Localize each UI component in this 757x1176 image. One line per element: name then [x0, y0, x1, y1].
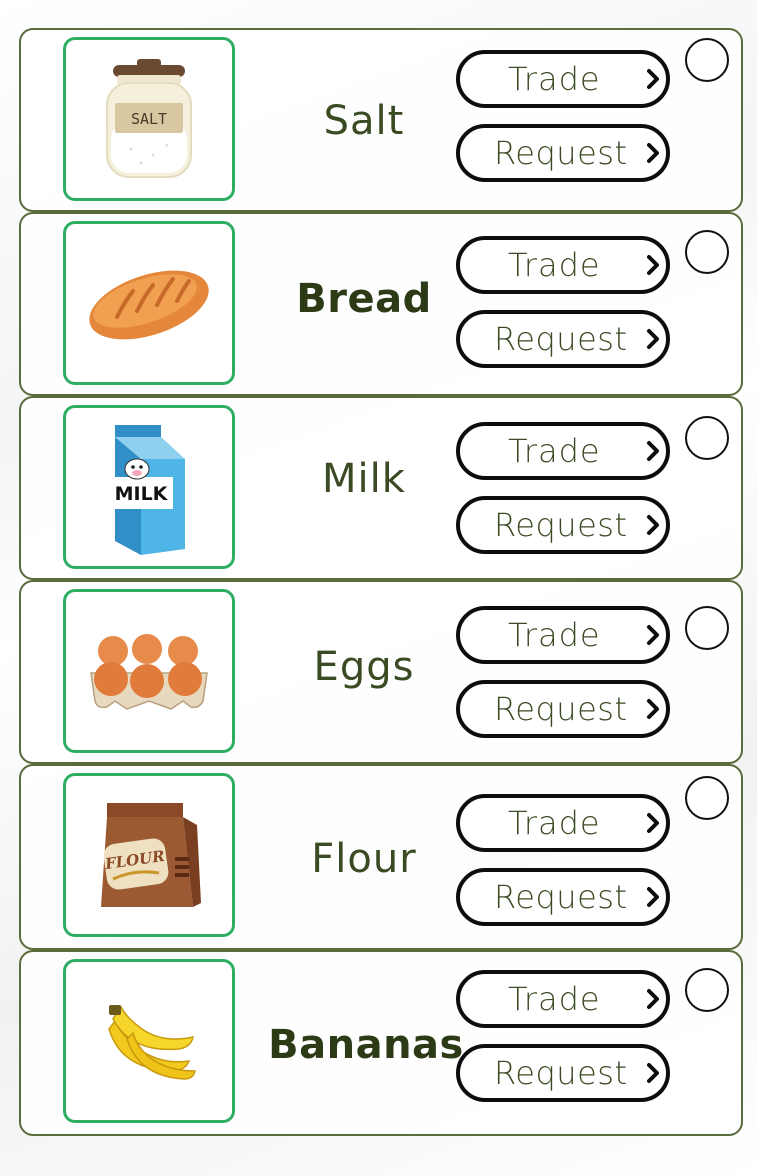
chevron-right-icon — [647, 699, 659, 719]
chevron-right-icon — [647, 887, 659, 907]
trade-button-label: Trade — [508, 60, 601, 98]
chevron-right-icon — [647, 69, 659, 89]
select-radio[interactable] — [685, 606, 729, 650]
eggs-tray-icon — [90, 634, 208, 710]
request-button[interactable]: Request — [456, 310, 670, 368]
item-name: Bread — [296, 276, 432, 322]
chevron-right-icon — [647, 143, 659, 163]
select-radio[interactable] — [685, 776, 729, 820]
trade-button[interactable]: Trade — [456, 236, 670, 294]
bread-icon — [89, 270, 209, 340]
item-image-frame: FLOUR — [63, 773, 235, 937]
item-image-frame: MILK — [63, 405, 235, 569]
request-button[interactable]: Request — [456, 496, 670, 554]
item-name: Milk — [322, 456, 406, 502]
request-button[interactable]: Request — [456, 680, 670, 738]
item-image-frame — [63, 221, 235, 385]
request-button[interactable]: Request — [456, 1044, 670, 1102]
trade-button[interactable]: Trade — [456, 794, 670, 852]
item-image-frame: SALT — [63, 37, 235, 201]
chevron-right-icon — [647, 255, 659, 275]
item-image-frame — [63, 589, 235, 753]
request-button[interactable]: Request — [456, 868, 670, 926]
chevron-right-icon — [647, 625, 659, 645]
select-radio[interactable] — [685, 230, 729, 274]
item-card-bananas: Bananas Trade Request — [19, 950, 743, 1136]
flour-bag-icon: FLOUR — [101, 803, 201, 907]
request-button-label: Request — [494, 506, 628, 544]
item-card-salt: SALT Salt Trade Request — [19, 28, 743, 212]
item-name: Salt — [323, 98, 405, 144]
item-name: Eggs — [313, 644, 415, 690]
item-image-frame — [63, 959, 235, 1123]
trade-button-label: Trade — [508, 616, 601, 654]
trade-button-label: Trade — [508, 246, 601, 284]
salt-jar-icon: SALT — [106, 59, 192, 178]
salt-jar-label: SALT — [131, 110, 167, 128]
item-name: Bananas — [268, 1022, 464, 1068]
request-button-label: Request — [494, 1054, 628, 1092]
trade-button[interactable]: Trade — [456, 606, 670, 664]
request-button[interactable]: Request — [456, 124, 670, 182]
chevron-right-icon — [647, 1063, 659, 1083]
request-button-label: Request — [494, 690, 628, 728]
item-card-milk: MILK Milk Trade Request — [19, 396, 743, 580]
item-list: SALT Salt Trade Request Bread Trade Requ… — [0, 0, 757, 1176]
request-button-label: Request — [494, 320, 628, 358]
milk-carton-icon: MILK — [111, 425, 185, 555]
milk-carton-label: MILK — [115, 483, 169, 505]
item-name: Flour — [311, 836, 417, 882]
chevron-right-icon — [647, 813, 659, 833]
bananas-icon — [108, 1005, 196, 1080]
trade-button[interactable]: Trade — [456, 970, 670, 1028]
trade-button-label: Trade — [508, 980, 601, 1018]
select-radio[interactable] — [685, 968, 729, 1012]
item-card-eggs: Eggs Trade Request — [19, 580, 743, 764]
item-card-bread: Bread Trade Request — [19, 212, 743, 396]
chevron-right-icon — [647, 989, 659, 1009]
item-card-flour: FLOUR Flour Trade Request — [19, 764, 743, 950]
request-button-label: Request — [494, 134, 628, 172]
chevron-right-icon — [647, 515, 659, 535]
trade-button-label: Trade — [508, 432, 601, 470]
trade-button-label: Trade — [508, 804, 601, 842]
chevron-right-icon — [647, 329, 659, 349]
chevron-right-icon — [647, 441, 659, 461]
trade-button[interactable]: Trade — [456, 50, 670, 108]
select-radio[interactable] — [685, 416, 729, 460]
request-button-label: Request — [494, 878, 628, 916]
select-radio[interactable] — [685, 38, 729, 82]
trade-button[interactable]: Trade — [456, 422, 670, 480]
